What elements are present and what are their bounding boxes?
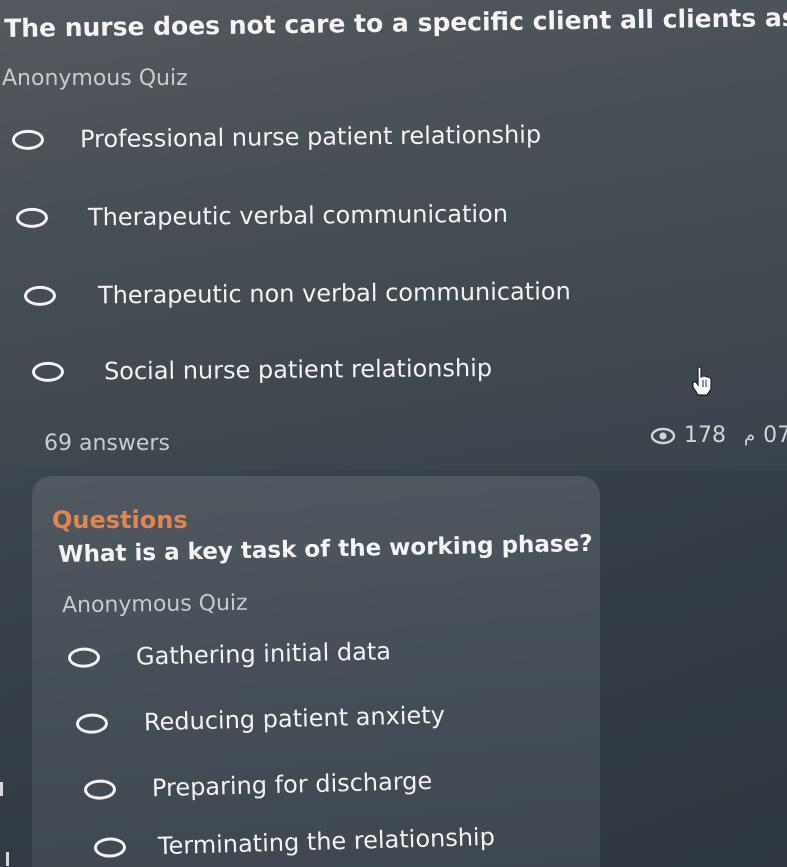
option-label: Therapeutic verbal communication [87, 199, 509, 232]
radio-button[interactable] [11, 129, 45, 150]
views-count: 178 [684, 423, 726, 448]
radio-button[interactable] [93, 837, 127, 858]
option-label: Therapeutic non verbal communication [97, 277, 571, 310]
sender-name[interactable]: Questions [52, 506, 188, 534]
poll-option-2[interactable]: Therapeutic verbal communication [15, 199, 509, 232]
radio-button[interactable] [15, 207, 49, 228]
poll-option-3[interactable]: Therapeutic non verbal communication [23, 277, 571, 310]
hand-cursor-icon [692, 366, 712, 396]
answers-count[interactable]: 69 answers [44, 431, 170, 456]
radio-button[interactable] [83, 779, 117, 800]
poll-option-4[interactable]: Social nurse patient relationship [31, 353, 493, 386]
option-label: Social nurse patient relationship [103, 353, 493, 386]
radio-button[interactable] [67, 647, 101, 668]
message-time: 07 [763, 423, 787, 448]
poll-option-1[interactable]: Professional nurse patient relationship [11, 120, 542, 154]
edge-mark [0, 782, 3, 796]
option-label: Professional nurse patient relationship [79, 120, 542, 154]
time-prefix: م [744, 425, 756, 446]
radio-button[interactable] [31, 361, 65, 382]
eye-icon [650, 427, 676, 444]
radio-button[interactable] [23, 285, 57, 306]
chat-screen: The nurse does not care to a specific cl… [0, 0, 787, 867]
edge-mark [6, 852, 9, 866]
poll-type-label: Anonymous Quiz [2, 66, 188, 91]
message-meta: 178 م 07 [650, 423, 787, 448]
option-label: Gathering initial data [135, 637, 392, 671]
poll-type-label: Anonymous Quiz [61, 590, 248, 619]
radio-button[interactable] [75, 713, 109, 734]
